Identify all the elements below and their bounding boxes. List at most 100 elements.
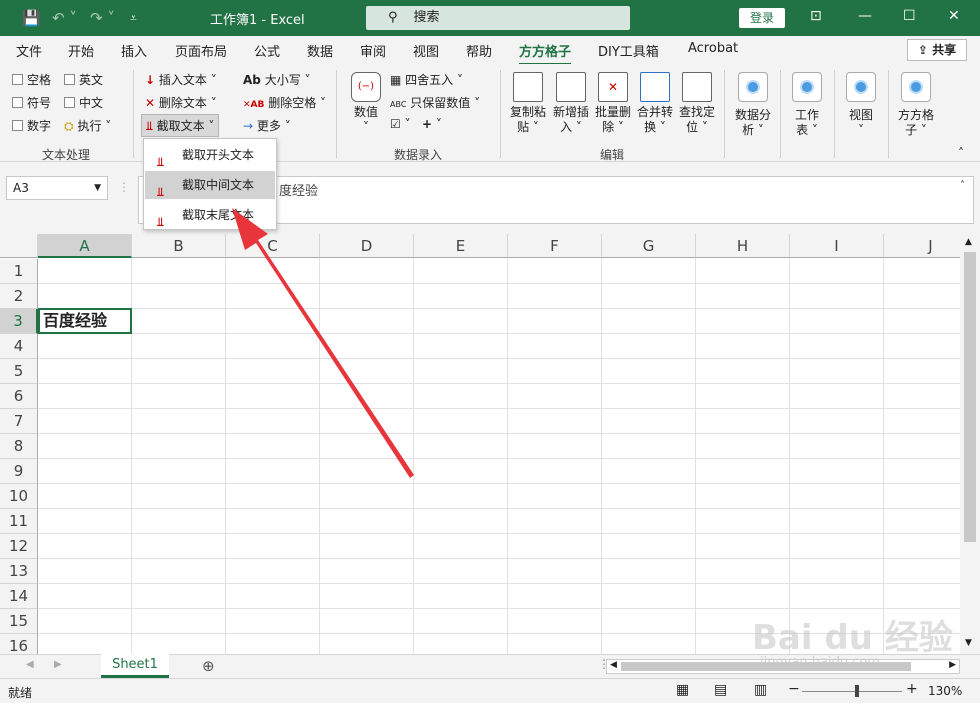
maximize-icon[interactable]: ☐ xyxy=(903,8,916,24)
tab-insert[interactable]: 插入 xyxy=(121,41,147,60)
row-header-6[interactable]: 6 xyxy=(0,384,38,409)
col-header-i[interactable]: I xyxy=(790,234,884,258)
row-header-16[interactable]: 16 xyxy=(0,634,38,654)
next-sheet-icon[interactable]: ▶ xyxy=(54,659,62,670)
col-header-b[interactable]: B xyxy=(132,234,226,258)
edit-options-button[interactable]: ☑ ˅ + ˅ xyxy=(390,117,442,131)
extract-text-button[interactable]: ⫫ 截取文本 ˅ xyxy=(141,114,220,137)
delete-text-button[interactable]: ✕ 删除文本 ˅ xyxy=(145,94,217,111)
find-locate-button[interactable]: 查找定位 ˅ xyxy=(676,72,718,135)
close-icon[interactable]: ✕ xyxy=(948,8,960,24)
row-header-15[interactable]: 15 xyxy=(0,609,38,634)
row-header-2[interactable]: 2 xyxy=(0,284,38,309)
collapse-ribbon-icon[interactable]: ˄ xyxy=(958,146,964,160)
zoom-level[interactable]: 130% xyxy=(928,684,962,698)
vertical-scrollbar[interactable]: ▲ ▼ xyxy=(960,234,980,654)
select-all-corner[interactable] xyxy=(0,234,38,258)
tab-home[interactable]: 开始 xyxy=(68,41,94,60)
share-button[interactable]: ⇪ 共享 xyxy=(907,39,967,61)
col-header-h[interactable]: H xyxy=(696,234,790,258)
col-header-a[interactable]: A xyxy=(38,234,132,258)
ribbon-display-icon[interactable]: ⊡ xyxy=(810,8,822,24)
view-button[interactable]: 视图 ˅ xyxy=(840,72,882,138)
row-header-8[interactable]: 8 xyxy=(0,434,38,459)
row-header-4[interactable]: 4 xyxy=(0,334,38,359)
zoom-slider[interactable] xyxy=(802,691,902,692)
case-button[interactable]: Ab 大小写 ˅ xyxy=(243,71,311,88)
checkbox-space[interactable]: 空格 xyxy=(12,71,51,88)
new-insert-button[interactable]: 新增插入 ˅ xyxy=(550,72,592,135)
row-header-10[interactable]: 10 xyxy=(0,484,38,509)
tab-file[interactable]: 文件 xyxy=(16,41,42,60)
row-header-11[interactable]: 11 xyxy=(0,509,38,534)
tab-view[interactable]: 视图 xyxy=(413,41,439,60)
round-button[interactable]: ▦ 四舍五入 ˅ xyxy=(390,71,463,88)
col-header-c[interactable]: C xyxy=(226,234,320,258)
insert-text-button[interactable]: ↓ 插入文本 ˅ xyxy=(145,71,217,88)
delete-space-button[interactable]: ✕AB 删除空格 ˅ xyxy=(243,94,326,111)
keep-value-button[interactable]: ABC 只保留数值 ˅ xyxy=(390,94,480,111)
login-button[interactable]: 登录 xyxy=(739,8,785,28)
row-header-5[interactable]: 5 xyxy=(0,359,38,384)
col-header-j[interactable]: J xyxy=(884,234,960,258)
col-header-d[interactable]: D xyxy=(320,234,414,258)
extract-start-icon: ⫫ xyxy=(157,155,164,169)
worksheet-button[interactable]: 工作表 ˅ xyxy=(786,72,828,138)
more-button[interactable]: → 更多 ˅ xyxy=(243,117,291,134)
col-header-g[interactable]: G xyxy=(602,234,696,258)
tab-ffgz[interactable]: 方方格子 xyxy=(519,41,572,66)
checkbox-symbol[interactable]: 符号 xyxy=(12,94,51,111)
row-header-14[interactable]: 14 xyxy=(0,584,38,609)
add-sheet-icon[interactable]: ⊕ xyxy=(202,657,215,675)
zoom-in-icon[interactable]: + xyxy=(906,681,918,697)
row-header-9[interactable]: 9 xyxy=(0,459,38,484)
numeric-button[interactable]: (−) 数值 ˅ xyxy=(348,72,384,135)
row-header-3[interactable]: 3 xyxy=(0,309,38,334)
zoom-out-icon[interactable]: − xyxy=(788,681,800,697)
vertical-scroll-thumb[interactable] xyxy=(964,252,976,542)
menu-extract-middle[interactable]: ⫫ 截取中间文本 xyxy=(145,171,275,199)
menu-extract-start[interactable]: ⫫ 截取开头文本 xyxy=(145,141,275,169)
row-header-12[interactable]: 12 xyxy=(0,534,38,559)
data-analysis-button[interactable]: 数据分析 ˅ xyxy=(732,72,774,138)
merge-convert-button[interactable]: 合并转换 ˅ xyxy=(634,72,676,135)
tab-acrobat[interactable]: Acrobat xyxy=(688,41,738,56)
expand-formula-icon[interactable]: ˄ xyxy=(960,180,965,191)
save-icon[interactable]: 💾 xyxy=(22,8,41,28)
row-header-13[interactable]: 13 xyxy=(0,559,38,584)
minimize-icon[interactable]: — xyxy=(858,8,872,24)
row-header-1[interactable]: 1 xyxy=(0,259,38,284)
batch-delete-button[interactable]: ✕ 批量删除 ˅ xyxy=(592,72,634,135)
search-box[interactable]: ⚲ 搜索 xyxy=(366,6,630,30)
prev-sheet-icon[interactable]: ◀ xyxy=(26,659,34,670)
name-box[interactable]: A3 ▼ xyxy=(6,176,108,200)
checkbox-english[interactable]: 英文 xyxy=(64,71,103,88)
checkbox-number[interactable]: 数字 xyxy=(12,117,51,134)
tab-page-layout[interactable]: 页面布局 xyxy=(175,41,227,60)
tab-formulas[interactable]: 公式 xyxy=(254,41,280,60)
checkbox-chinese[interactable]: 中文 xyxy=(64,94,103,111)
scroll-down-icon: ▼ xyxy=(965,638,972,648)
tab-diy[interactable]: DIY工具箱 xyxy=(598,41,659,60)
zoom-slider-thumb[interactable] xyxy=(855,685,859,697)
undo-icon[interactable]: ↶ ˅ xyxy=(52,8,77,28)
page-layout-view-icon[interactable]: ▤ xyxy=(714,682,727,698)
cell-a3[interactable]: 百度经验 xyxy=(38,308,132,334)
execute-button[interactable]: ⛭ 执行 ˅ xyxy=(64,117,111,134)
spreadsheet-grid[interactable]: A B C D E F G H I J 1 2 3 4 5 6 7 8 9 10… xyxy=(0,234,960,654)
row-header-7[interactable]: 7 xyxy=(0,409,38,434)
extract-end-icon: ⫫ xyxy=(157,215,164,229)
tab-data[interactable]: 数据 xyxy=(307,41,333,60)
menu-extract-end[interactable]: ⫫ 截取末尾文本 xyxy=(145,201,275,229)
tab-help[interactable]: 帮助 xyxy=(466,41,492,60)
page-break-view-icon[interactable]: ▥ xyxy=(754,682,767,698)
col-header-f[interactable]: F xyxy=(508,234,602,258)
customize-qat-icon[interactable]: ⩡ xyxy=(130,8,137,28)
redo-icon[interactable]: ↷ ˅ xyxy=(90,8,115,28)
tab-review[interactable]: 审阅 xyxy=(360,41,386,60)
col-header-e[interactable]: E xyxy=(414,234,508,258)
normal-view-icon[interactable]: ▦ xyxy=(676,682,689,698)
ffgz-button[interactable]: 方方格子 ˅ xyxy=(894,72,938,138)
sheet-tab-sheet1[interactable]: Sheet1 xyxy=(101,654,169,678)
copy-paste-button[interactable]: 复制粘贴 ˅ xyxy=(508,72,548,135)
